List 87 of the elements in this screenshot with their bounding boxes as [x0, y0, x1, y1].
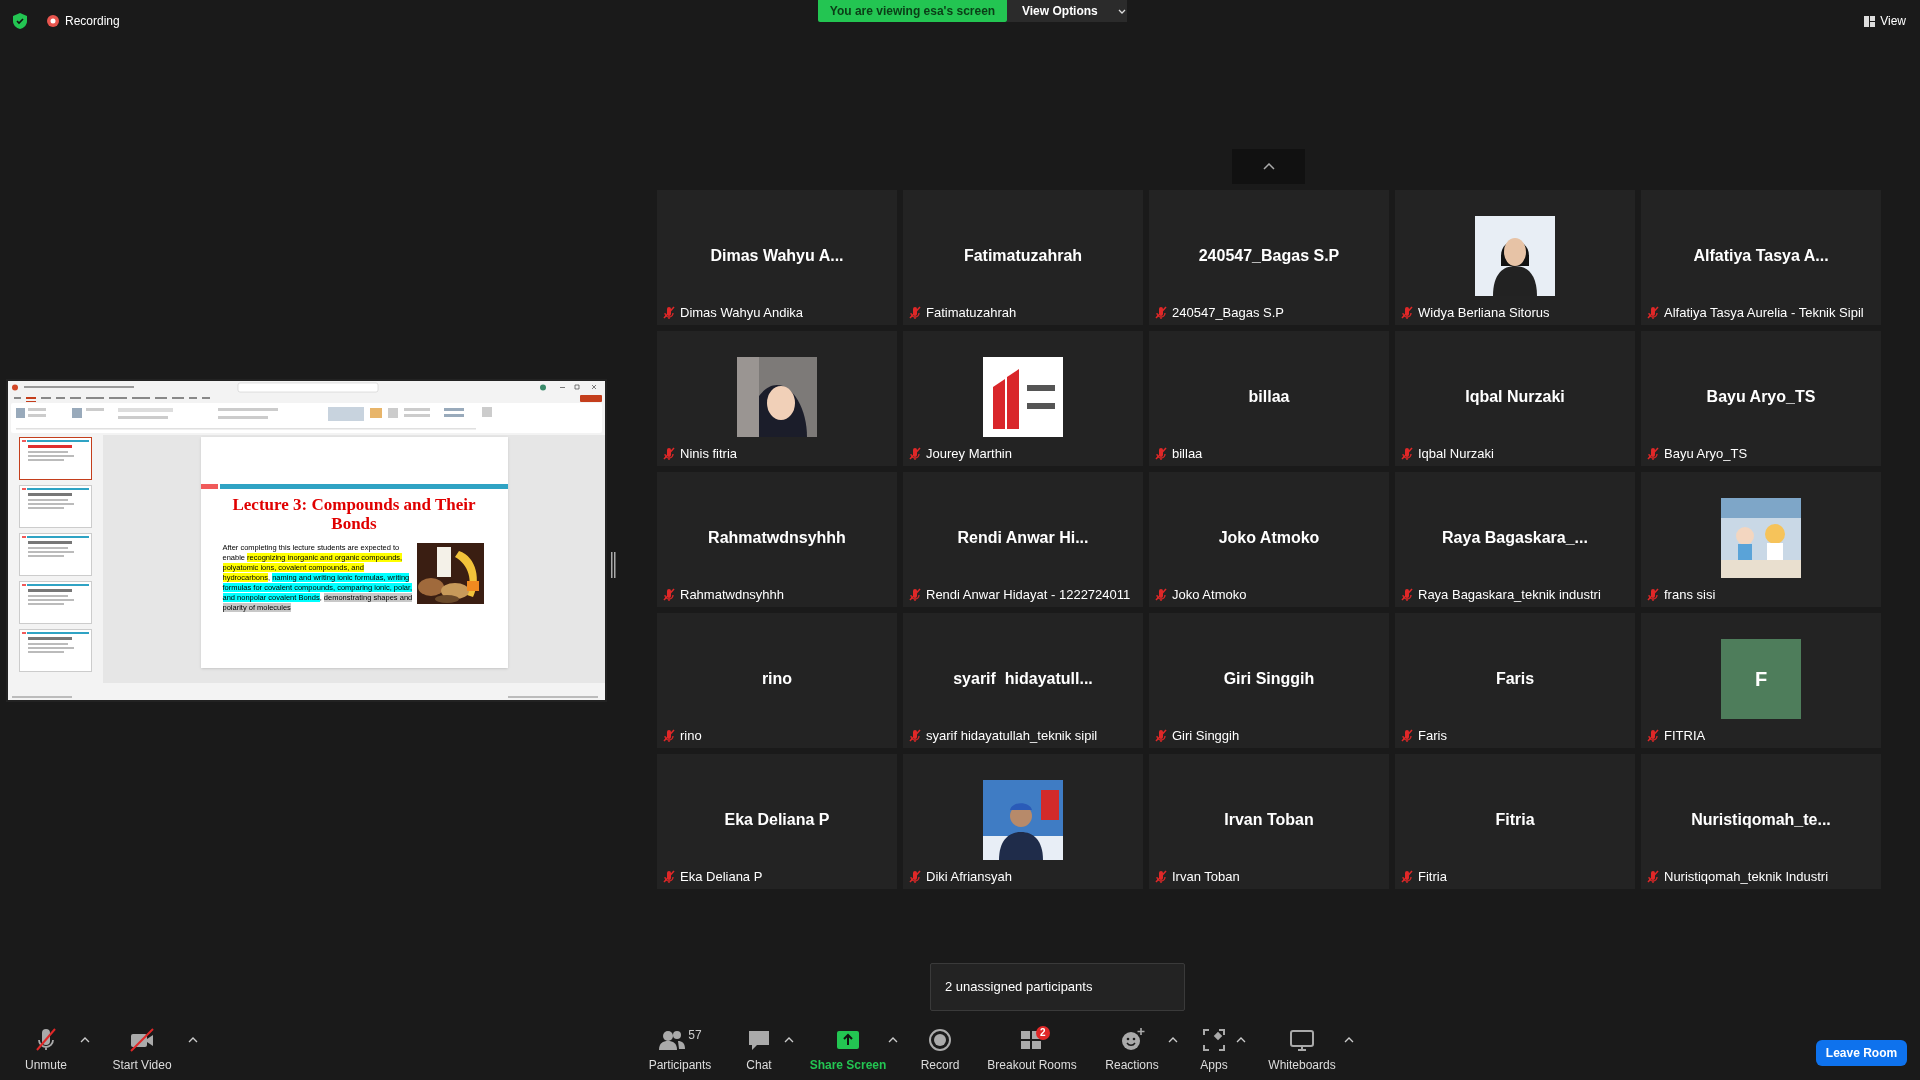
participant-label: Bayu Aryo_TS	[1664, 444, 1748, 463]
participant-label: syarif hidayatullah_teknik sipil	[926, 726, 1098, 745]
slide-title: Lecture 3: Compounds and Their Bonds	[231, 494, 477, 533]
view-button[interactable]: View	[1864, 12, 1906, 30]
thumbnail-content-drawing	[22, 535, 89, 558]
participant-label: Rendi Anwar Hidayat - 1222724011	[926, 585, 1131, 604]
toolbar-button[interactable]: Whiteboards	[1260, 1026, 1344, 1074]
grid-layout-icon	[1864, 15, 1876, 27]
view-options-button[interactable]: View Options	[1007, 0, 1127, 22]
caret-up-icon[interactable]	[888, 1037, 898, 1043]
participant-name: Fatimatuzahrah	[963, 246, 1083, 264]
participant-label: Fitria	[1418, 867, 1447, 886]
participant-label: Iqbal Nurzaki	[1418, 444, 1494, 463]
caret-up-icon[interactable]	[1168, 1037, 1178, 1043]
participant-name: Raya Bagaskara_...	[1442, 528, 1588, 546]
participant-name: Eka Deliana P	[724, 810, 830, 828]
participant-label: Alfatiya Tasya Aurelia - Teknik Sipil	[1664, 303, 1864, 322]
participant-name: Nuristiqomah_te...	[1691, 810, 1831, 828]
participant-name: Alfatiya Tasya A...	[1693, 246, 1829, 264]
toolbar-button[interactable]: Start Video	[96, 1026, 188, 1074]
participant-label: Nuristiqomah_teknik Industri	[1664, 867, 1829, 886]
thumbnail-content-drawing	[22, 631, 89, 654]
toolbar-button[interactable]: Reactions	[1096, 1026, 1168, 1074]
participant-label: Fatimatuzahrah	[926, 303, 1017, 322]
notification-badge: 2	[1036, 1026, 1050, 1040]
caret-up-icon[interactable]	[80, 1037, 90, 1043]
participant-label: Raya Bagaskara_teknik industri	[1418, 585, 1601, 604]
participant-label: Eka Deliana P	[680, 867, 763, 886]
participant-label: Widya Berliana Sitorus	[1418, 303, 1550, 322]
participant-name: Rendi Anwar Hi...	[957, 528, 1089, 546]
slide-thumbnail[interactable]	[19, 436, 92, 480]
participant-name: Joko Atmoko	[1218, 528, 1320, 546]
participant-name: rino	[761, 669, 793, 687]
thumbnail-content-drawing	[22, 583, 89, 606]
thumbnail-content-drawing	[22, 439, 89, 462]
participant-label: FITRIA	[1664, 726, 1706, 745]
toolbar-button[interactable]: Share Screen	[808, 1026, 888, 1074]
toolbar-button[interactable]: 57 Participants	[640, 1026, 720, 1074]
participant-name: syarif hidayatull...	[953, 669, 1093, 687]
participant-label: Faris	[1418, 726, 1447, 745]
video-off-icon	[128, 1026, 156, 1054]
participant-label: Ninis fitria	[680, 444, 738, 463]
participant-label: Joko Atmoko	[1172, 585, 1247, 604]
chevron-up-icon	[1262, 163, 1275, 170]
participant-name: Faris	[1495, 669, 1535, 687]
participant-label: Jourey Marthin	[926, 444, 1012, 463]
participant-name: Irvan Toban	[1224, 810, 1314, 828]
participant-name: Dimas Wahyu A...	[710, 246, 844, 264]
participant-name: Rahmatwdnsyhhh	[708, 528, 846, 546]
participant-name: 240547_Bagas S.P	[1198, 246, 1340, 264]
tooltip-text: 2 unassigned participants	[945, 978, 1093, 997]
participant-label: Rahmatwdnsyhhh	[680, 585, 785, 604]
caret-icon	[1117, 8, 1126, 14]
participant-name: Iqbal Nurzaki	[1465, 387, 1565, 405]
record-icon	[926, 1026, 954, 1054]
participant-label: Dimas Wahyu Andika	[680, 303, 804, 322]
caret-up-icon[interactable]	[784, 1037, 794, 1043]
toolbar-button[interactable]: 2 Breakout Rooms	[982, 1026, 1082, 1074]
caret-up-icon[interactable]	[1236, 1037, 1246, 1043]
participant-label: Giri Singgih	[1172, 726, 1240, 745]
slide-accent-bar-icon	[200, 483, 508, 489]
toolbar-button[interactable]: Record	[912, 1026, 968, 1074]
participant-count: 57	[688, 1027, 702, 1044]
screen-share-banner: You are viewing esa's screen	[818, 0, 1007, 22]
caret-up-icon[interactable]	[188, 1037, 198, 1043]
participant-name: billaa	[1248, 387, 1290, 405]
participant-label: Irvan Toban	[1172, 867, 1240, 886]
shield-icon	[13, 13, 27, 29]
toolbar-button[interactable]: Unmute	[12, 1026, 80, 1074]
toolbar-button[interactable]: Apps	[1192, 1026, 1236, 1074]
apps-icon	[1200, 1026, 1228, 1054]
toolbar-button[interactable]: Chat	[734, 1026, 784, 1074]
avatar-initial: F	[1721, 638, 1801, 719]
participant-label: frans sisi	[1664, 585, 1716, 604]
splitter-handle-icon	[611, 552, 616, 578]
participant-label: rino	[680, 726, 702, 745]
participant-name: Fitria	[1495, 810, 1535, 828]
leave-room-button[interactable]: Leave Room	[1816, 1040, 1907, 1066]
thumbnail-content-drawing	[22, 487, 89, 510]
participant-label: Diki Afriansyah	[926, 867, 1012, 886]
caret-up-icon[interactable]	[1344, 1037, 1354, 1043]
participant-name: Giri Singgih	[1223, 669, 1315, 687]
recording-dot-icon	[47, 15, 59, 27]
participant-name: Bayu Aryo_TS	[1706, 387, 1816, 405]
participant-label: 240547_Bagas S.P	[1172, 303, 1285, 322]
participant-label: billaa	[1172, 444, 1203, 463]
recording-label: Recording	[65, 13, 120, 30]
